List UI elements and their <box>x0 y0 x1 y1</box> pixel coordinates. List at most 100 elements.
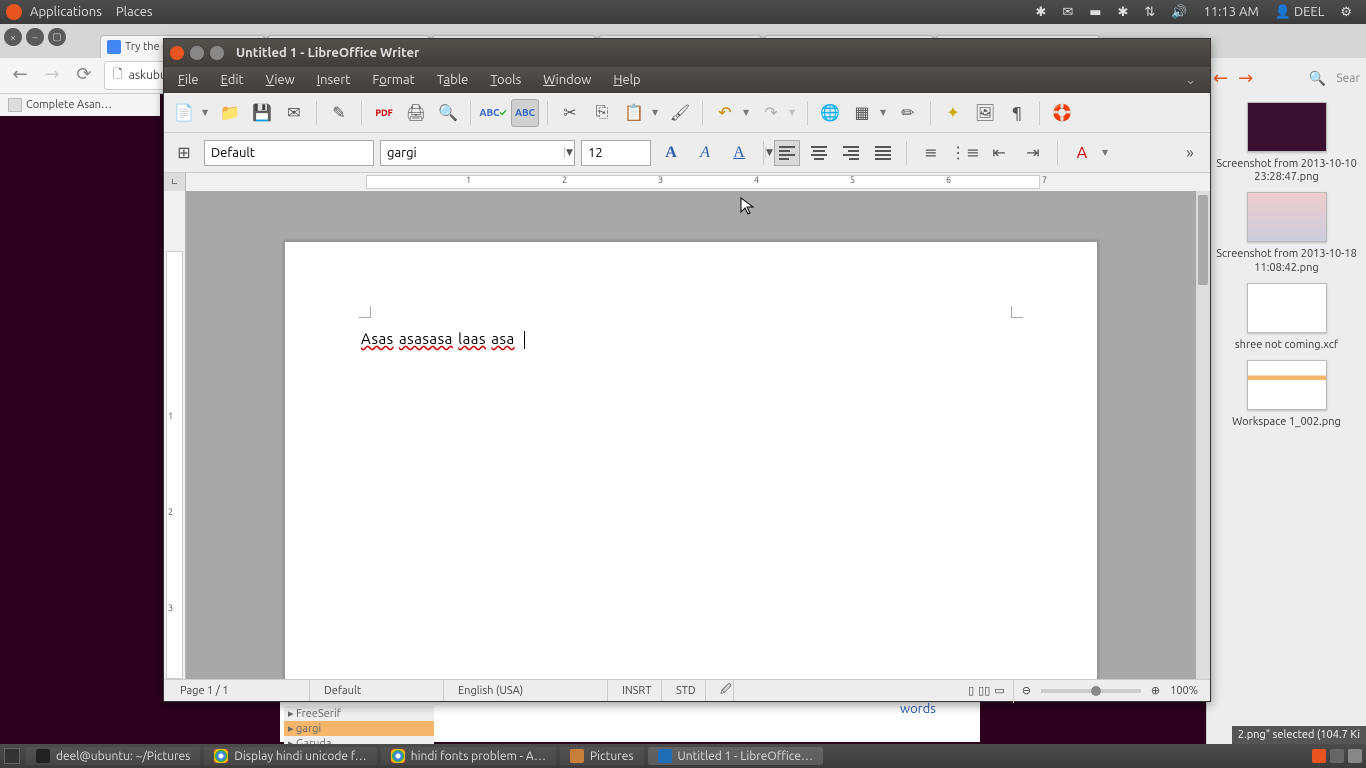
battery-icon[interactable]: ▬ <box>1089 5 1101 20</box>
file-thumbnail[interactable] <box>1247 283 1327 333</box>
chrome-max-icon[interactable]: ▢ <box>48 28 66 46</box>
new-dropdown-icon[interactable]: ▼ <box>202 108 212 117</box>
table-dropdown-icon[interactable]: ▼ <box>880 108 890 117</box>
tray-icon[interactable] <box>1330 749 1344 763</box>
scrollbar-thumb[interactable] <box>1198 195 1208 285</box>
menu-file[interactable]: File <box>170 71 207 89</box>
edit-icon[interactable]: ✎ <box>325 99 353 127</box>
workspace-switcher-icon[interactable] <box>1312 749 1326 763</box>
decrease-indent-icon[interactable]: ⇤ <box>985 139 1013 167</box>
bold-button[interactable]: A <box>657 139 685 167</box>
hyperlink-icon[interactable]: 🌐 <box>816 99 844 127</box>
align-justify-button[interactable] <box>870 140 896 166</box>
bluetooth2-icon[interactable]: ✱ <box>1118 5 1129 20</box>
align-right-button[interactable] <box>838 140 864 166</box>
vertical-scrollbar[interactable] <box>1196 191 1210 679</box>
status-selection-mode[interactable]: STD <box>666 680 706 701</box>
forward-button[interactable]: → <box>40 64 64 88</box>
status-page[interactable]: Page 1 / 1 <box>170 680 310 701</box>
window-minimize-icon[interactable] <box>190 46 204 60</box>
menu-window[interactable]: Window <box>535 71 599 89</box>
view-book-icon[interactable]: ▭ <box>994 684 1004 697</box>
toolbar-more-icon[interactable]: » <box>1176 139 1204 167</box>
font-dropdown-icon[interactable]: ▼ <box>564 147 574 158</box>
copy-icon[interactable]: ⎘ <box>588 99 616 127</box>
font-size-combo[interactable]: ▼ <box>581 140 651 166</box>
status-signature-icon[interactable]: 🖉 <box>710 680 734 701</box>
undo-icon[interactable]: ↶ <box>711 99 739 127</box>
nautilus-forward-icon[interactable]: → <box>1238 68 1253 89</box>
status-insert-mode[interactable]: INSRT <box>612 680 662 701</box>
zoom-in-icon[interactable]: ⊕ <box>1151 684 1160 697</box>
zoom-out-icon[interactable]: ⊖ <box>1022 684 1031 697</box>
zoom-knob[interactable] <box>1091 686 1101 696</box>
gallery-icon[interactable]: 🖼 <box>971 99 999 127</box>
lo-titlebar[interactable]: Untitled 1 - LibreOffice Writer <box>164 39 1210 67</box>
status-language[interactable]: English (USA) <box>448 680 608 701</box>
paragraph-style-combo[interactable]: ▼ <box>204 140 374 166</box>
chrome-min-icon[interactable]: – <box>26 28 44 46</box>
print-icon[interactable]: 🖨 <box>402 99 430 127</box>
taskbar-item[interactable]: Untitled 1 - LibreOffice… <box>648 747 823 765</box>
volume-icon[interactable]: 🔊 <box>1171 5 1187 20</box>
font-name-input[interactable] <box>381 141 564 165</box>
document-text[interactable]: Asas asasasa laas asa <box>361 330 525 349</box>
nonprinting-icon[interactable]: ¶ <box>1003 99 1031 127</box>
paste-icon[interactable]: 📋 <box>620 99 648 127</box>
autospell-icon[interactable]: ABC <box>511 99 539 127</box>
styles-icon[interactable]: ⊞ <box>170 139 198 167</box>
size-dropdown-icon[interactable]: ▼ <box>765 147 773 158</box>
cut-icon[interactable]: ✂ <box>556 99 584 127</box>
paragraph-style-input[interactable] <box>205 141 388 165</box>
user-menu[interactable]: 👤 DEEL <box>1275 5 1325 20</box>
horizontal-ruler[interactable]: 1 2 3 4 5 6 7 <box>186 173 1210 191</box>
align-left-button[interactable] <box>774 140 800 166</box>
underline-button[interactable]: A <box>725 139 753 167</box>
view-multi-icon[interactable]: ▯▯ <box>978 684 990 697</box>
applications-menu[interactable]: Applications <box>30 5 102 19</box>
trash-icon[interactable] <box>1348 749 1362 763</box>
draw-icon[interactable]: ✏ <box>894 99 922 127</box>
back-button[interactable]: ← <box>8 64 32 88</box>
taskbar-item[interactable]: deel@ubuntu: ~/Pictures <box>26 747 200 765</box>
italic-button[interactable]: A <box>691 139 719 167</box>
places-menu[interactable]: Places <box>116 5 153 19</box>
window-close-icon[interactable] <box>170 46 184 60</box>
spellcheck-icon[interactable]: ABC✓ <box>479 99 507 127</box>
save-icon[interactable]: 💾 <box>248 99 276 127</box>
power-icon[interactable]: ⚙ <box>1340 5 1352 20</box>
taskbar-item[interactable]: hindi fonts problem - A… <box>381 747 556 765</box>
document-canvas[interactable]: Asas asasasa laas asa <box>186 191 1210 679</box>
taskbar-item[interactable]: Pictures <box>560 747 644 765</box>
mail-icon[interactable]: ✉ <box>1062 5 1073 20</box>
undo-dropdown-icon[interactable]: ▼ <box>743 108 753 117</box>
file-thumbnail[interactable] <box>1247 102 1327 152</box>
font-color-icon[interactable]: A <box>1068 139 1096 167</box>
redo-icon[interactable]: ↷ <box>757 99 785 127</box>
bookmark-item[interactable]: Complete Asan… <box>26 99 112 111</box>
network-icon[interactable]: ⇅ <box>1144 5 1155 20</box>
email-icon[interactable]: ✉ <box>280 99 308 127</box>
font-color-dropdown-icon[interactable]: ▼ <box>1102 148 1112 157</box>
file-thumbnail[interactable] <box>1247 360 1327 410</box>
words-link[interactable]: words <box>900 702 936 716</box>
paste-dropdown-icon[interactable]: ▼ <box>652 108 662 117</box>
new-doc-icon[interactable]: 📄 <box>170 99 198 127</box>
vertical-ruler[interactable]: 1 2 3 <box>164 191 186 679</box>
search-icon[interactable]: 🔍 <box>1309 70 1326 87</box>
redo-dropdown-icon[interactable]: ▼ <box>789 108 799 117</box>
menu-table[interactable]: Table <box>429 71 477 89</box>
menu-tools[interactable]: Tools <box>482 71 529 89</box>
chrome-close-icon[interactable]: × <box>4 28 22 46</box>
zoom-slider[interactable] <box>1041 689 1141 693</box>
clock[interactable]: 11:13 AM <box>1204 5 1259 19</box>
nautilus-back-icon[interactable]: ← <box>1213 68 1228 89</box>
bluetooth-icon[interactable]: ✱ <box>1035 5 1046 20</box>
export-pdf-icon[interactable]: PDF <box>370 99 398 127</box>
align-center-button[interactable] <box>806 140 832 166</box>
taskbar-item[interactable]: Display hindi unicode f… <box>204 747 376 765</box>
view-single-icon[interactable]: ▯ <box>968 684 974 697</box>
menu-close-doc-icon[interactable]: ⌄ <box>1177 71 1204 90</box>
open-icon[interactable]: 📁 <box>216 99 244 127</box>
menu-format[interactable]: Format <box>364 71 422 89</box>
